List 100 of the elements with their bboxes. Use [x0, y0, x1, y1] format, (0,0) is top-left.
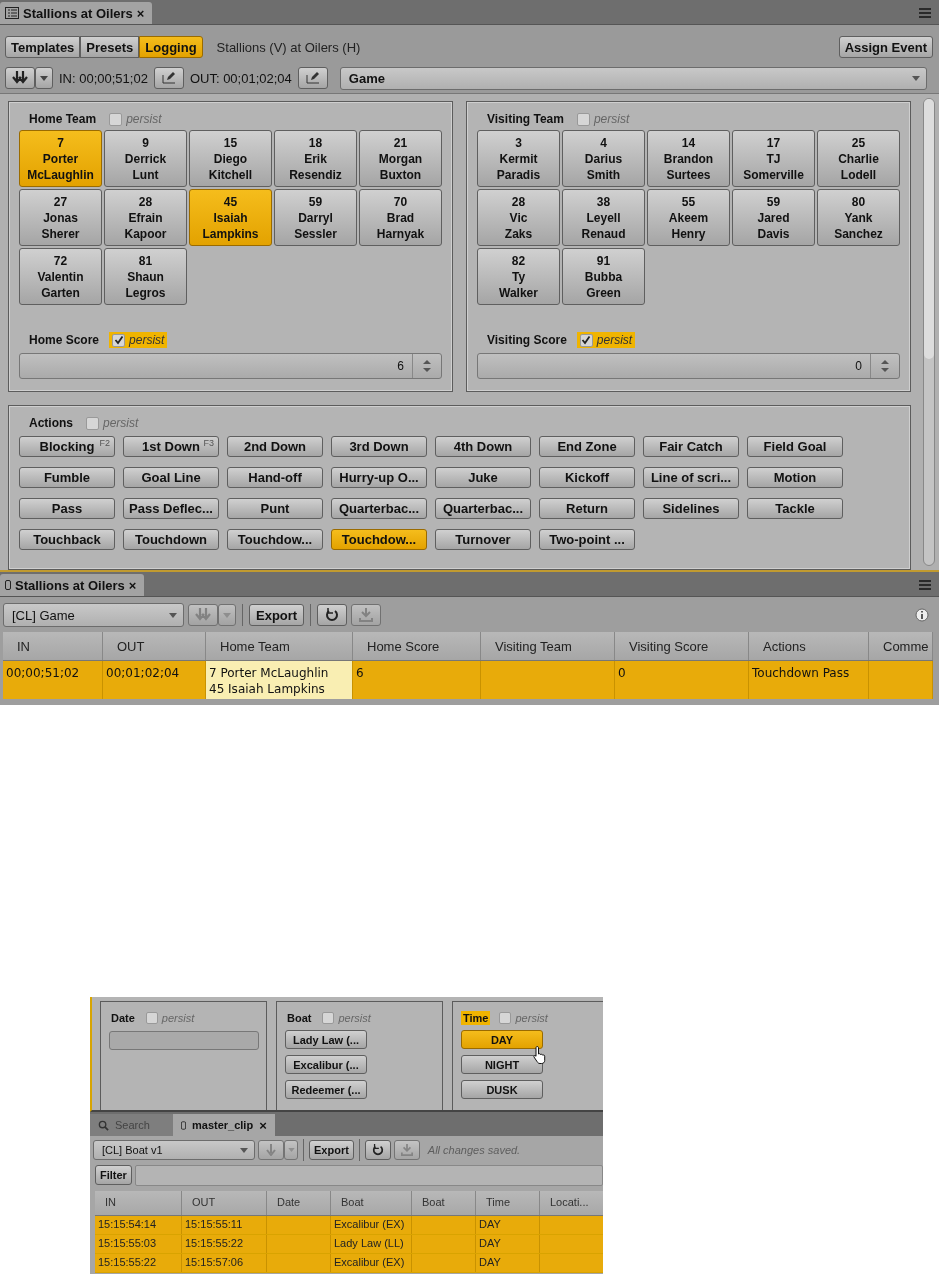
action-button[interactable]: Fumble — [19, 467, 115, 488]
player-button[interactable]: 55 Akeem Henry — [647, 189, 730, 246]
score-field[interactable]: 0 — [477, 353, 900, 379]
action-button[interactable]: Pass Deflec... — [123, 498, 219, 519]
assign-event-button[interactable]: Assign Event — [838, 36, 933, 58]
spinner-arrows-icon[interactable] — [422, 358, 432, 374]
column-header[interactable]: Home Team — [206, 632, 353, 660]
mode-tab[interactable]: Logging — [139, 36, 203, 58]
player-button[interactable]: 38 Leyell Renaud — [562, 189, 645, 246]
player-button[interactable]: 28 Efrain Kapoor — [104, 189, 187, 246]
checkbox[interactable] — [86, 416, 99, 430]
refresh-button[interactable] — [317, 604, 348, 626]
player-button[interactable]: 14 Brandon Surtees — [647, 130, 730, 187]
player-button[interactable]: 28 Vic Zaks — [477, 189, 560, 246]
close-icon[interactable]: × — [128, 577, 137, 593]
player-button[interactable]: 21 Morgan Buxton — [359, 130, 442, 187]
panel-tab[interactable]: Stallions at Oilers × — [0, 574, 145, 596]
action-button[interactable]: 1st Down F3 — [123, 436, 219, 457]
player-button[interactable]: 82 Ty Walker — [477, 248, 560, 305]
column-header[interactable]: Visiting Score — [615, 632, 749, 660]
action-button[interactable]: 3rd Down — [331, 436, 427, 457]
action-button[interactable]: 4th Down — [435, 436, 531, 457]
column-header[interactable]: Actions — [749, 632, 869, 660]
value-button[interactable]: DAY — [461, 1030, 543, 1049]
panel-tab[interactable]: Stallions at Oilers × — [0, 2, 153, 24]
action-button[interactable]: Hurry-up O... — [331, 467, 427, 488]
export-button[interactable]: Export — [309, 1140, 354, 1160]
player-button[interactable]: 9 Derrick Lunt — [104, 130, 187, 187]
scrollbar[interactable] — [923, 98, 935, 566]
caret-button[interactable] — [35, 67, 53, 89]
action-button[interactable]: Fair Catch — [643, 436, 739, 457]
action-button[interactable]: Blocking F2 — [19, 436, 115, 457]
clip-row[interactable]: 15:15:54:14 15:15:55:11 Excalibur (EX) DAY — [95, 1216, 603, 1235]
player-button[interactable]: 4 Darius Smith — [562, 130, 645, 187]
action-button[interactable]: Punt — [227, 498, 323, 519]
close-icon[interactable]: × — [136, 5, 145, 21]
checkbox[interactable] — [112, 333, 126, 347]
value-button[interactable]: Redeemer (... — [285, 1080, 367, 1099]
action-button[interactable]: Tackle — [747, 498, 843, 519]
column-header[interactable]: Time — [476, 1191, 540, 1215]
action-button[interactable]: Pass — [19, 498, 115, 519]
column-header[interactable]: Boat — [412, 1191, 476, 1215]
checkbox[interactable] — [145, 1012, 158, 1024]
info-icon[interactable] — [915, 608, 929, 622]
player-button[interactable]: 81 Shaun Legros — [104, 248, 187, 305]
mode-tab[interactable]: Presets — [80, 36, 140, 58]
action-button[interactable]: Kickoff — [539, 467, 635, 488]
player-button[interactable]: 15 Diego Kitchell — [189, 130, 272, 187]
filter-field[interactable] — [134, 1165, 603, 1186]
export-button[interactable]: Export — [249, 604, 305, 626]
checkbox[interactable] — [499, 1012, 512, 1024]
caret-button[interactable] — [284, 1140, 298, 1160]
menu-icon[interactable] — [919, 580, 931, 590]
player-button[interactable]: 3 Kermit Paradis — [477, 130, 560, 187]
column-header[interactable]: Visiting Team — [481, 632, 615, 660]
action-button[interactable]: Two-point ... — [539, 529, 635, 550]
action-button[interactable]: End Zone — [539, 436, 635, 457]
score-field[interactable]: 6 — [19, 353, 442, 379]
action-button[interactable]: 2nd Down — [227, 436, 323, 457]
caret-button[interactable] — [218, 604, 236, 626]
player-button[interactable]: 18 Erik Resendiz — [274, 130, 357, 187]
event-type-dropdown[interactable]: Game — [339, 66, 927, 90]
player-button[interactable]: 25 Charlie Lodell — [817, 130, 900, 187]
value-button[interactable]: NIGHT — [461, 1055, 543, 1074]
column-header[interactable]: Boat — [331, 1191, 412, 1215]
action-button[interactable]: Hand-off — [227, 467, 323, 488]
action-button[interactable]: Touchback — [19, 529, 115, 550]
log-row[interactable]: 00;00;51;02 00;01;02;04 7 Porter McLaughlin 45 Isaiah Lampkins 6 0 Touchdown Pass — [3, 661, 933, 699]
action-button[interactable]: Field Goal — [747, 436, 843, 457]
action-button[interactable]: Line of scri... — [643, 467, 739, 488]
action-button[interactable]: Touchdow... — [331, 529, 427, 550]
checkbox[interactable] — [109, 112, 123, 126]
column-header[interactable]: Date — [267, 1191, 331, 1215]
action-button[interactable]: Touchdow... — [227, 529, 323, 550]
edit-button[interactable] — [153, 67, 184, 89]
player-button[interactable]: 7 Porter McLaughlin — [19, 130, 102, 187]
clip-row[interactable]: 15:15:55:22 15:15:57:06 Excalibur (EX) DAY — [95, 1254, 603, 1273]
player-button[interactable]: 17 TJ Somerville — [732, 130, 815, 187]
list-dropdown[interactable]: [CL] Boat v1 — [93, 1140, 255, 1160]
close-icon[interactable]: × — [259, 1117, 267, 1133]
action-button[interactable]: Quarterbac... — [435, 498, 531, 519]
column-header[interactable]: IN — [95, 1191, 182, 1215]
panel-tab[interactable]: master_clip × — [173, 1114, 275, 1136]
clip-row[interactable]: 15:15:55:03 15:15:55:22 Lady Law (LL) DAY — [95, 1235, 603, 1254]
refresh-button[interactable] — [364, 1140, 391, 1160]
value-button[interactable]: DUSK — [461, 1080, 543, 1099]
column-header[interactable]: IN — [3, 632, 103, 660]
action-button[interactable]: Sidelines — [643, 498, 739, 519]
down-arrow-button[interactable] — [258, 1140, 284, 1160]
action-button[interactable]: Juke — [435, 467, 531, 488]
action-button[interactable]: Touchdown — [123, 529, 219, 550]
action-button[interactable]: Return — [539, 498, 635, 519]
action-button[interactable]: Quarterbac... — [331, 498, 427, 519]
checkbox[interactable] — [322, 1012, 335, 1024]
column-header[interactable]: OUT — [103, 632, 206, 660]
edit-button[interactable] — [297, 67, 328, 89]
column-header[interactable]: Comme — [869, 632, 933, 660]
column-header[interactable]: Home Score — [353, 632, 481, 660]
player-button[interactable]: 59 Jared Davis — [732, 189, 815, 246]
action-button[interactable]: Motion — [747, 467, 843, 488]
